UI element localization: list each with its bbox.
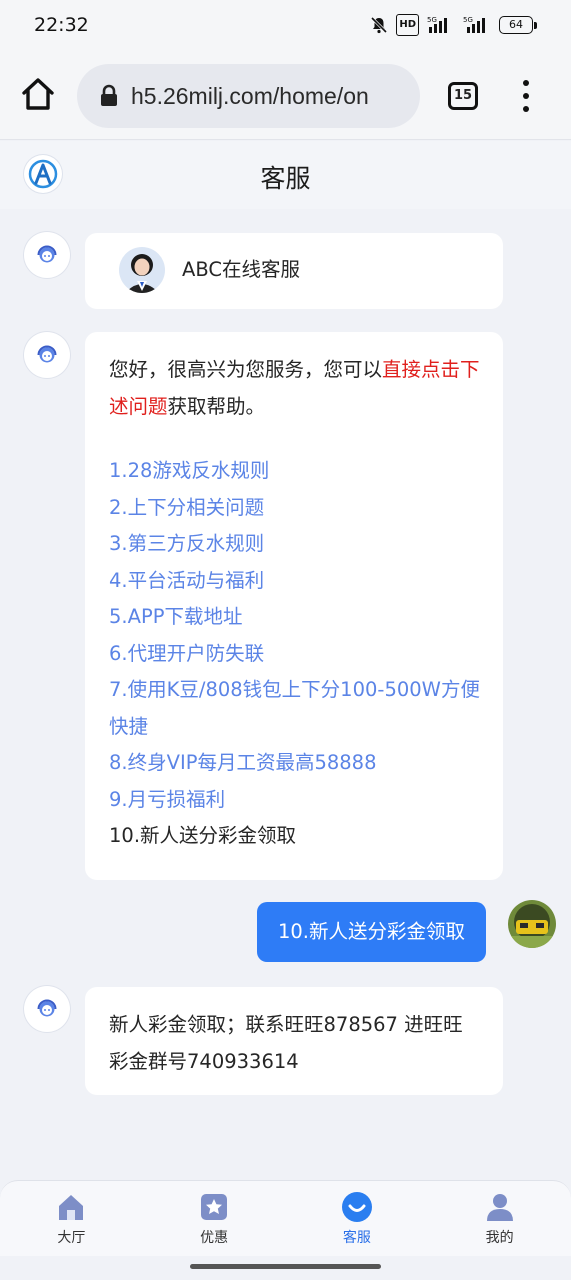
faq-item-5[interactable]: 5.APP下载地址: [109, 599, 481, 636]
faq-item-6[interactable]: 6.代理开户防失联: [109, 636, 481, 673]
agent-card[interactable]: ABC在线客服: [85, 233, 503, 309]
faq-menu: 1.28游戏反水规则 2.上下分相关问题 3.第三方反水规则 4.平台活动与福利…: [109, 453, 481, 855]
reply-text: 新人彩金领取；联系旺旺878567 进旺旺彩金群号740933614: [109, 1013, 463, 1073]
nav-item-promotions[interactable]: 优惠: [143, 1181, 286, 1256]
home-icon: [22, 78, 54, 110]
address-bar[interactable]: h5.26milj.com/home/on: [77, 64, 420, 128]
faq-item-9[interactable]: 9.月亏损福利: [109, 782, 481, 819]
reply-message: 新人彩金领取；联系旺旺878567 进旺旺彩金群号740933614: [85, 987, 503, 1095]
gesture-bar[interactable]: [190, 1264, 381, 1269]
url-text: h5.26milj.com/home/on: [131, 82, 369, 109]
nav-label: 我的: [485, 1230, 514, 1246]
profile-icon: [486, 1194, 513, 1221]
nav-label: 客服: [342, 1230, 371, 1246]
signal-icon: 5G: [427, 14, 453, 36]
faq-item-4[interactable]: 4.平台活动与福利: [109, 563, 481, 600]
signal2-label: 5G: [463, 16, 473, 24]
agent-avatar: [24, 232, 70, 278]
faq-item-2[interactable]: 2.上下分相关问题: [109, 490, 481, 527]
faq-item-1[interactable]: 1.28游戏反水规则: [109, 453, 481, 490]
promo-star-icon: [201, 1194, 228, 1220]
bottom-nav: 大厅 优惠 客服 我的: [0, 1180, 571, 1256]
faq-item-3[interactable]: 3.第三方反水规则: [109, 526, 481, 563]
faq-item-10[interactable]: 10.新人送分彩金领取: [109, 818, 481, 855]
status-time: 22:32: [34, 14, 89, 36]
greeting-message: 您好，很高兴为您服务，您可以直接点击下述问题获取帮助。 1.28游戏反水规则 2…: [85, 332, 503, 880]
support-icon: [341, 1192, 372, 1222]
mute-bell-icon: [370, 14, 388, 36]
page-header: 客服: [0, 141, 571, 209]
agent-headset-icon: [37, 999, 57, 1017]
user-avatar: [508, 900, 556, 948]
hd-badge: HD: [396, 14, 419, 36]
lock-icon: [101, 84, 117, 106]
nav-item-support[interactable]: 客服: [286, 1181, 429, 1256]
agent-avatar: [24, 332, 70, 378]
tab-switcher-button[interactable]: 15: [448, 82, 478, 110]
agent-photo: [119, 247, 165, 293]
faq-item-7[interactable]: 7.使用K豆/808钱包上下分100-500W方便快捷: [109, 672, 481, 745]
nav-label: 优惠: [200, 1230, 229, 1246]
battery-level: 64: [499, 16, 533, 34]
signal1-label: 5G: [427, 16, 437, 24]
agent-headset-icon: [37, 245, 57, 263]
battery-icon: 64: [499, 16, 537, 34]
agent-name: ABC在线客服: [182, 258, 300, 281]
greeting-intro: 您好，很高兴为您服务，您可以直接点击下述问题获取帮助。: [109, 358, 480, 418]
status-icons: HD 5G 5G 64: [370, 14, 537, 36]
signal-icon-2: 5G: [461, 14, 491, 36]
user-message: 10.新人送分彩金领取: [257, 902, 486, 962]
nav-label: 大厅: [57, 1230, 86, 1246]
page-title: 客服: [260, 164, 311, 193]
browser-home-button[interactable]: [20, 76, 56, 112]
status-bar: 22:32 HD 5G 5G 64: [0, 0, 571, 52]
nav-item-profile[interactable]: 我的: [428, 1181, 571, 1256]
home-icon: [59, 1195, 84, 1220]
browser-menu-button[interactable]: [514, 78, 538, 114]
faq-item-8[interactable]: 8.终身VIP每月工资最高58888: [109, 745, 481, 782]
nav-item-lobby[interactable]: 大厅: [0, 1181, 143, 1256]
agent-headset-icon: [37, 345, 57, 363]
agent-avatar: [24, 986, 70, 1032]
browser-toolbar: h5.26milj.com/home/on 15: [0, 52, 571, 140]
